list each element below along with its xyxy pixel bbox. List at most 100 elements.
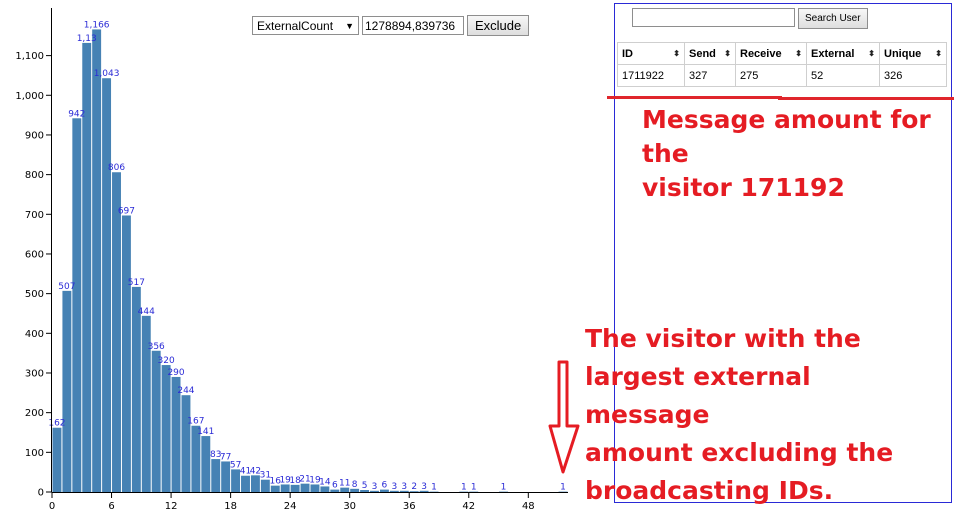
bar-value-label: 3 bbox=[421, 482, 427, 492]
x-tick-label: 6 bbox=[108, 501, 114, 512]
table-header-row: ID ⬍ Send ⬍ Receive ⬍ External ⬍ Unique ⬍ bbox=[617, 42, 947, 65]
bars-group bbox=[52, 29, 568, 493]
y-tick-label: 900 bbox=[25, 130, 44, 141]
exclude-button[interactable]: Exclude bbox=[467, 15, 530, 36]
filter-controls: ExternalCount ▼ Exclude bbox=[252, 15, 530, 36]
bar-value-label: 3 bbox=[391, 482, 397, 492]
y-tick-label: 0 bbox=[38, 488, 44, 499]
col-header-unique[interactable]: Unique ⬍ bbox=[879, 42, 947, 65]
bar bbox=[72, 118, 82, 493]
col-id-label: ID bbox=[622, 47, 633, 60]
x-tick-label: 24 bbox=[284, 501, 297, 512]
annotation-largest-external: The visitor with the largest external me… bbox=[585, 320, 925, 510]
bar-value-label: 14 bbox=[319, 477, 331, 487]
bar bbox=[112, 172, 121, 493]
bar bbox=[62, 290, 72, 492]
col-header-send[interactable]: Send ⬍ bbox=[684, 42, 736, 65]
y-tick-label: 200 bbox=[25, 408, 44, 419]
annotation-line: The visitor with the bbox=[585, 324, 861, 353]
col-header-id[interactable]: ID ⬍ bbox=[617, 42, 685, 65]
bar-value-label: 290 bbox=[167, 368, 184, 378]
annotation-line: broadcasting IDs. bbox=[585, 476, 834, 505]
bar-value-label: 1 bbox=[461, 483, 467, 493]
bar-value-label: 2 bbox=[411, 482, 417, 492]
annotation-line: amount excluding the bbox=[585, 438, 894, 467]
bar-value-label: 162 bbox=[48, 419, 65, 429]
bar-value-label: 141 bbox=[197, 427, 214, 437]
bar-value-label: 517 bbox=[128, 278, 145, 288]
bar bbox=[241, 475, 250, 492]
col-header-external[interactable]: External ⬍ bbox=[806, 42, 880, 65]
bar-value-label: 697 bbox=[118, 206, 135, 216]
x-tick-label: 30 bbox=[343, 501, 356, 512]
bar-value-label: 942 bbox=[68, 109, 85, 119]
bar-value-label: 1 bbox=[501, 483, 507, 493]
x-tick-label: 48 bbox=[522, 501, 535, 512]
bar bbox=[221, 461, 231, 492]
annotation-line: Message amount for the bbox=[642, 105, 931, 168]
y-tick-label: 300 bbox=[25, 368, 44, 379]
bar-value-label: 806 bbox=[108, 163, 125, 173]
bar-value-label: 1 bbox=[431, 483, 437, 493]
col-external-label: External bbox=[811, 47, 855, 60]
bar-value-label: 1 bbox=[560, 483, 566, 493]
bar-value-label: 244 bbox=[177, 386, 194, 396]
metric-select-value: ExternalCount bbox=[257, 18, 334, 33]
bar-value-label: 356 bbox=[148, 342, 165, 352]
bar-value-label: 1,13 bbox=[77, 34, 97, 44]
bar bbox=[310, 484, 320, 492]
sort-icon: ⬍ bbox=[724, 49, 731, 58]
underline-right bbox=[778, 97, 954, 100]
bar bbox=[231, 469, 241, 492]
histogram-chart: 1625079421,131,1661,04380669751744435632… bbox=[15, 8, 568, 512]
annotation-message-amount: Message amount for the visitor 171192 bbox=[642, 103, 952, 205]
bar bbox=[121, 215, 131, 493]
x-tick-label: 0 bbox=[49, 501, 55, 512]
sort-icon: ⬍ bbox=[673, 49, 680, 58]
x-tick-label: 36 bbox=[403, 501, 416, 512]
col-header-receive[interactable]: Receive ⬍ bbox=[735, 42, 807, 65]
y-tick-label: 600 bbox=[25, 249, 44, 260]
bar-value-label: 5 bbox=[362, 481, 368, 491]
metric-select[interactable]: ExternalCount ▼ bbox=[252, 16, 359, 35]
bar bbox=[250, 475, 260, 492]
bar bbox=[161, 365, 171, 492]
down-arrow-icon bbox=[548, 360, 580, 474]
exclude-ids-input[interactable] bbox=[362, 16, 464, 35]
cell-receive: 275 bbox=[735, 64, 807, 87]
cell-send: 327 bbox=[684, 64, 736, 87]
bar bbox=[151, 350, 161, 492]
chevron-down-icon: ▼ bbox=[345, 20, 354, 31]
bar bbox=[280, 484, 290, 492]
y-tick-label: 800 bbox=[25, 170, 44, 181]
col-unique-label: Unique bbox=[884, 47, 922, 60]
bar-value-label: 444 bbox=[138, 307, 155, 317]
bar-value-label: 1,043 bbox=[94, 69, 120, 79]
sort-icon: ⬍ bbox=[935, 49, 942, 58]
x-tick-label: 42 bbox=[462, 501, 475, 512]
bar-value-label: 6 bbox=[332, 481, 338, 491]
annotation-line: largest external message bbox=[585, 362, 811, 429]
bar-value-label: 1 bbox=[471, 483, 477, 493]
bar-value-label: 167 bbox=[187, 417, 204, 427]
bar bbox=[92, 29, 102, 493]
y-tick-label: 100 bbox=[25, 448, 44, 459]
user-table: ID ⬍ Send ⬍ Receive ⬍ External ⬍ Unique ⬍ 171… bbox=[617, 42, 947, 87]
search-user-input[interactable] bbox=[632, 8, 795, 27]
bar bbox=[300, 483, 310, 492]
bar bbox=[131, 286, 141, 492]
cell-id: 1711922 bbox=[617, 64, 685, 87]
cell-unique: 326 bbox=[879, 64, 947, 87]
search-user-button[interactable]: Search User bbox=[798, 8, 868, 29]
x-axis: 0 6 12 18 24 30 36 42 48 bbox=[49, 492, 568, 512]
bar-value-label: 3 bbox=[372, 482, 378, 492]
bar bbox=[201, 436, 211, 492]
bar bbox=[211, 459, 221, 492]
bar-value-label: 8 bbox=[352, 480, 358, 490]
bar-value-label: 3 bbox=[401, 482, 407, 492]
bar-value-label: 507 bbox=[58, 282, 75, 292]
y-axis: 0 100 200 300 400 500 600 700 800 900 1,000 1,100 bbox=[15, 8, 52, 499]
table-row[interactable]: 1711922 327 275 52 326 bbox=[617, 64, 947, 87]
x-tick-label: 12 bbox=[165, 501, 178, 512]
y-tick-label: 400 bbox=[25, 329, 44, 340]
